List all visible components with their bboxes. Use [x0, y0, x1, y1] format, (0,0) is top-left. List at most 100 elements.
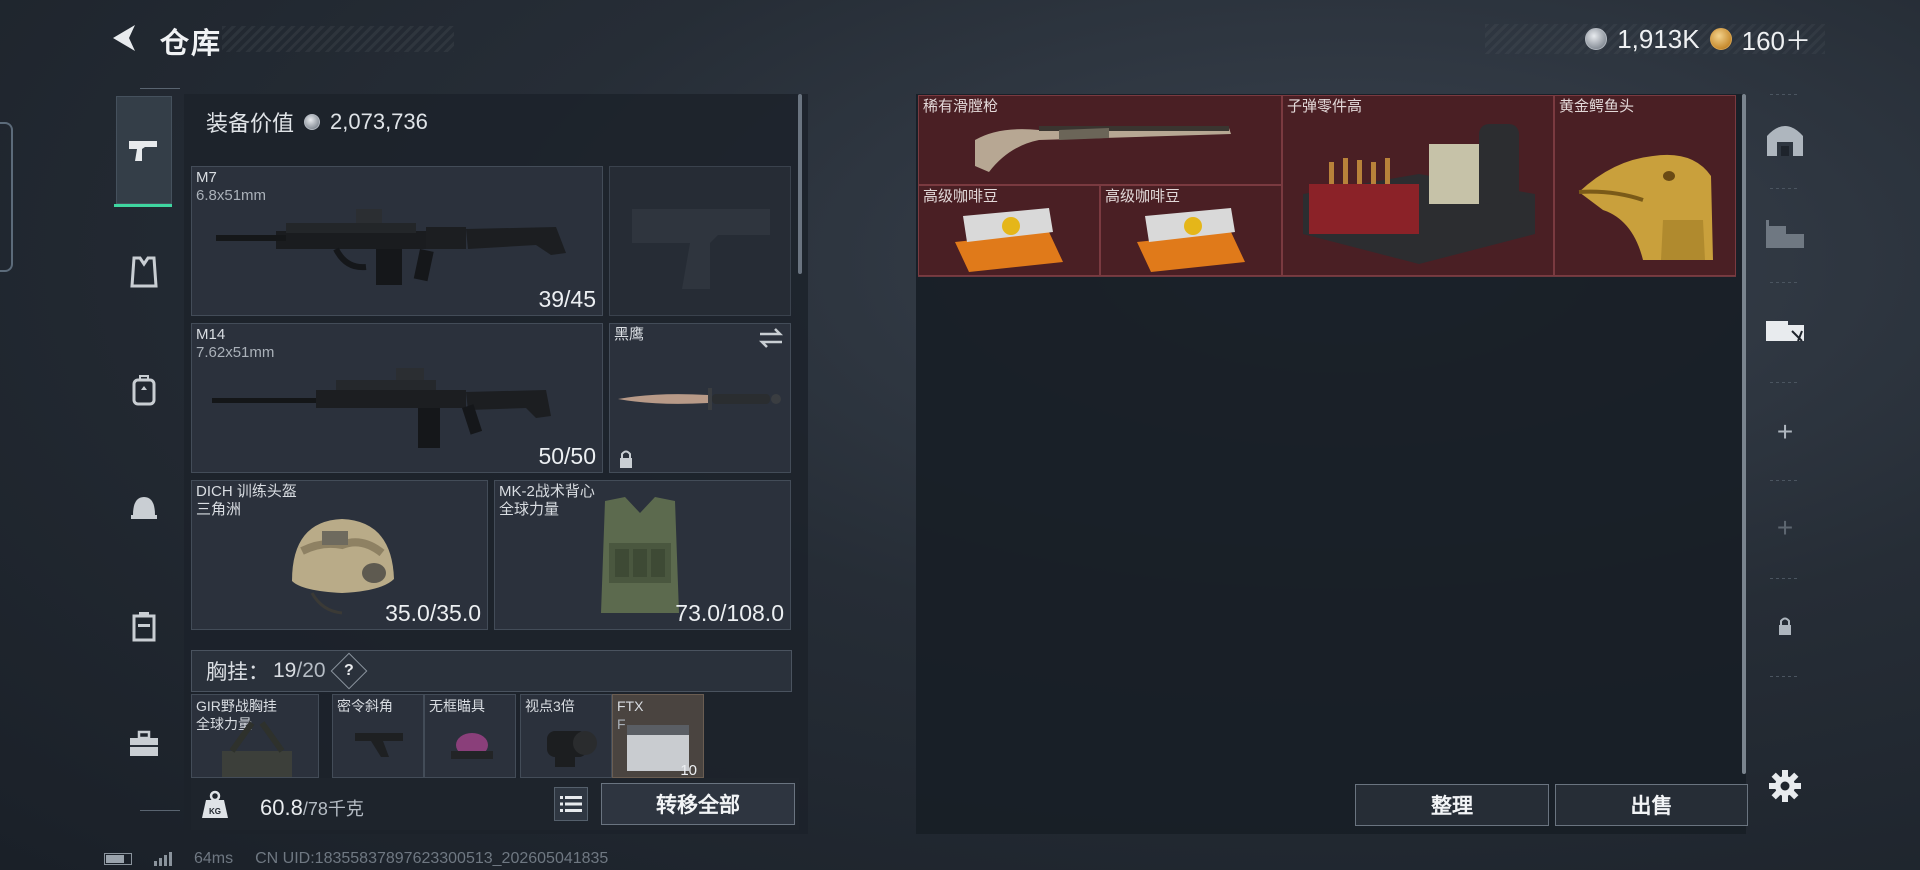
equipment-value-amount: 2,073,736 [330, 109, 428, 134]
coffee-bag-image [955, 208, 1063, 272]
add-storage-tab-disabled[interactable]: + [1760, 498, 1810, 558]
weapon-name: M7 [196, 169, 217, 186]
ammo-count: 50/50 [538, 443, 596, 469]
attachment-slot-2[interactable]: 无框瞄具 [424, 694, 516, 778]
primary-weapon-slot[interactable]: M7 6.8x51mm 39/45 [191, 166, 603, 316]
attachment-name: 无框瞄具 [429, 698, 485, 714]
list-icon [560, 796, 582, 812]
melee-slot[interactable]: 黑鹰 [609, 323, 791, 473]
page-title: 仓库 [160, 28, 223, 60]
settings-button[interactable] [1760, 756, 1810, 816]
toolbox-icon [130, 730, 158, 756]
storage-scrollbar[interactable] [1742, 94, 1746, 774]
category-helmet[interactable] [116, 480, 172, 536]
pistol-placeholder-icon [632, 209, 770, 289]
plus-icon: + [1776, 512, 1794, 543]
gold-amount[interactable]: 160＋ [1742, 21, 1811, 58]
rail-bottom-line [140, 810, 180, 811]
back-button[interactable] [104, 18, 144, 58]
rail-divider [1770, 676, 1800, 677]
weight-current: 60.8 [260, 795, 303, 820]
chest-rig-label: 胸挂： [206, 661, 269, 684]
side-drawer-tab[interactable] [0, 122, 13, 272]
storage-tab-3-active[interactable] [1760, 298, 1810, 358]
helmet-durability: 35.0/35.0 [385, 600, 481, 626]
vest-icon [130, 256, 158, 288]
category-armor[interactable] [116, 244, 172, 300]
rail-divider [1770, 578, 1800, 579]
chest-rig-image [222, 721, 292, 777]
equipment-value: 装备价值 2,073,736 [206, 106, 428, 138]
transfer-all-button[interactable]: 转移全部 [601, 783, 795, 825]
sell-button[interactable]: 出售 [1555, 784, 1748, 826]
storage-item-gold-croc-head[interactable]: 黄金鳄鱼头 [1554, 95, 1736, 276]
chest-rig-item-name: GIR野战胸挂 [196, 698, 277, 714]
list-view-button[interactable] [554, 787, 588, 821]
storage-item-musket[interactable]: 稀有滑膛枪 [918, 95, 1282, 185]
helmet-icon [131, 497, 157, 519]
weapon-name: M14 [196, 326, 226, 343]
rail-divider [1770, 480, 1800, 481]
chest-rig-current: 19 [273, 659, 297, 682]
category-weapons[interactable] [116, 96, 172, 204]
gold-coin-icon [1709, 28, 1732, 50]
equipment-scrollbar[interactable] [798, 94, 802, 274]
storage-icon [1766, 220, 1804, 248]
weight-icon: KG [202, 790, 228, 818]
case-icon [132, 612, 156, 642]
rail-divider [1770, 94, 1800, 95]
add-storage-tab[interactable]: + [1760, 402, 1810, 462]
sort-button[interactable]: 整理 [1355, 784, 1549, 826]
vest-slot[interactable]: MK-2战术背心 全球力量 73.0/108.0 [494, 480, 791, 630]
storage-item-ammo-parts[interactable]: 子弹零件高 [1282, 95, 1554, 276]
ammo-count: 10 [680, 762, 697, 778]
title-decor [222, 26, 454, 52]
storage-tab-home[interactable] [1760, 110, 1810, 170]
melee-name: 黑鹰 [614, 326, 645, 343]
lock-icon [1779, 617, 1791, 635]
ammo-slot[interactable]: FTX F 10 [612, 694, 704, 778]
ammo-count: 39/45 [538, 286, 596, 312]
helmet-slot[interactable]: DICH 训练头盔 三角洲 35.0/35.0 [191, 480, 488, 630]
attachment-slot-1[interactable]: 密令斜角 [332, 694, 424, 778]
rail-divider [1770, 282, 1800, 283]
chest-rig-capacity: 19/20 [273, 659, 326, 683]
rifle-m14-image [212, 368, 551, 448]
attachment-name: 密令斜角 [337, 698, 393, 714]
active-category-indicator [114, 204, 172, 207]
chest-rig-slot[interactable]: GIR野战胸挂 全球力量 [191, 694, 319, 778]
ammo-parts-image [1303, 124, 1535, 264]
storage-item-coffee-2[interactable]: 高级咖啡豆 [1100, 185, 1282, 276]
storage-tab-2[interactable] [1760, 204, 1810, 264]
battery-icon [104, 853, 132, 865]
help-icon[interactable]: ? [330, 652, 367, 690]
silver-coin-icon [1585, 28, 1608, 50]
musket-image [975, 126, 1231, 172]
storage-item-coffee-1[interactable]: 高级咖啡豆 [918, 185, 1100, 276]
home-icon [1767, 126, 1803, 156]
reflex-sight-image [451, 733, 493, 759]
silver-coin-icon [304, 114, 321, 130]
locked-storage-tab[interactable] [1760, 596, 1810, 656]
ammo-name: FTX [617, 698, 644, 714]
category-case[interactable] [116, 598, 172, 654]
category-toolbox[interactable] [116, 716, 172, 772]
category-backpack[interactable] [116, 362, 172, 418]
gold-croc-image [1578, 154, 1713, 260]
plus-icon: + [1776, 416, 1794, 447]
rail-divider [1770, 188, 1800, 189]
attachment-slot-3[interactable]: 视点3倍 [520, 694, 612, 778]
lock-icon [620, 450, 632, 468]
help-glyph: ? [343, 662, 354, 679]
swap-icon[interactable] [758, 328, 784, 348]
silver-amount[interactable]: 1,913K [1617, 24, 1699, 55]
ping-value: 64ms [194, 850, 234, 867]
vest-image [601, 497, 679, 613]
secondary-weapon-slot[interactable] [609, 166, 791, 316]
weapon-slot-2[interactable]: M14 7.62x51mm 50/50 [191, 323, 603, 473]
chest-rig-bar: 胸挂： 19/20 ? [191, 650, 792, 692]
vest-name: MK-2战术背心 [499, 483, 595, 500]
helmet-name: DICH 训练头盔 [196, 483, 297, 500]
rifle-m7-image [216, 209, 566, 285]
currency-bar: 1,913K 160＋ [1485, 24, 1825, 56]
